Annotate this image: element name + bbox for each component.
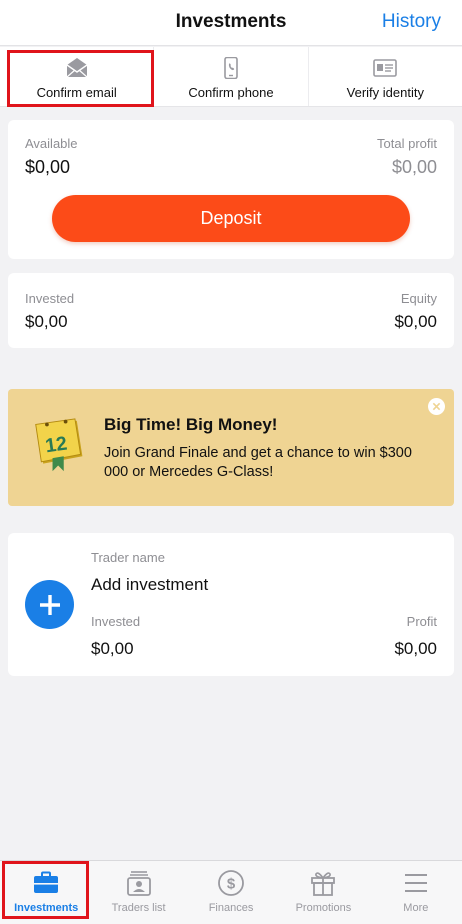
deposit-button[interactable]: Deposit — [52, 195, 410, 242]
verify-identity-button[interactable]: Verify identity — [309, 47, 462, 106]
equity-value: $0,00 — [394, 312, 437, 331]
tab-investments[interactable]: Investments — [0, 861, 92, 924]
tab-finances[interactable]: $ Finances — [185, 861, 277, 924]
close-icon — [432, 402, 441, 411]
total-profit-value: $0,00 — [391, 157, 437, 177]
add-investment-button[interactable] — [25, 580, 74, 629]
gift-icon — [311, 872, 336, 896]
dollar-icon: $ — [218, 870, 244, 896]
plus-icon — [39, 594, 60, 615]
investment-invested-value: $0,00 — [91, 639, 134, 658]
trader-icon — [126, 871, 151, 896]
navigation-bar: Investments History — [0, 0, 462, 46]
confirm-email-label: Confirm email — [36, 85, 117, 100]
tab-more[interactable]: More — [370, 861, 462, 924]
equity-label: Equity — [400, 291, 437, 306]
invested-value: $0,00 — [25, 312, 68, 331]
tab-traders-list[interactable]: Traders list — [92, 861, 184, 924]
add-investment-card[interactable]: Trader name Add investment Invested $0,0… — [8, 533, 454, 676]
tab-bar: Investments Traders list $ Finances Prom… — [0, 860, 462, 924]
profit-value: $0,00 — [394, 639, 437, 658]
envelope-icon — [66, 58, 88, 78]
profit-label: Profit — [406, 614, 437, 629]
history-button[interactable]: History — [382, 11, 441, 33]
tab-finances-label: Finances — [208, 902, 254, 914]
promo-close-button[interactable] — [428, 398, 445, 415]
summary-card: Invested $0,00 Equity $0,00 — [8, 273, 454, 348]
verification-bar: Confirm email Confirm phone Verify ident… — [0, 47, 462, 107]
promo-banner[interactable]: 12 Big Time! Big Money! Join Grand Final… — [8, 389, 454, 506]
verify-identity-label: Verify identity — [346, 85, 424, 100]
invested-label: Invested — [25, 291, 75, 306]
tab-promotions[interactable]: Promotions — [277, 861, 369, 924]
confirm-phone-button[interactable]: Confirm phone — [154, 47, 309, 106]
phone-icon — [224, 57, 238, 79]
add-investment-label[interactable]: Add investment — [91, 575, 208, 595]
promo-title: Big Time! Big Money! — [104, 415, 278, 434]
investment-invested-label: Invested — [91, 614, 141, 629]
available-value: $0,00 — [25, 157, 71, 177]
id-card-icon — [373, 59, 398, 77]
calendar-12-icon: 12 — [35, 418, 83, 472]
confirm-phone-label: Confirm phone — [188, 85, 274, 100]
tab-traders-list-label: Traders list — [111, 902, 166, 914]
menu-icon — [404, 874, 427, 892]
tab-investments-label: Investments — [14, 902, 79, 914]
calendar-badge-number: 12 — [44, 432, 69, 457]
confirm-email-button[interactable]: Confirm email — [0, 47, 155, 106]
promo-text: Join Grand Finale and get a chance to wi… — [104, 445, 412, 480]
tab-more-label: More — [403, 902, 429, 914]
briefcase-icon — [34, 871, 59, 893]
trader-name-label: Trader name — [91, 550, 165, 565]
tab-promotions-label: Promotions — [295, 902, 352, 914]
total-profit-label: Total profit — [377, 136, 437, 151]
available-label: Available — [25, 136, 78, 151]
svg-text:$: $ — [227, 876, 236, 893]
